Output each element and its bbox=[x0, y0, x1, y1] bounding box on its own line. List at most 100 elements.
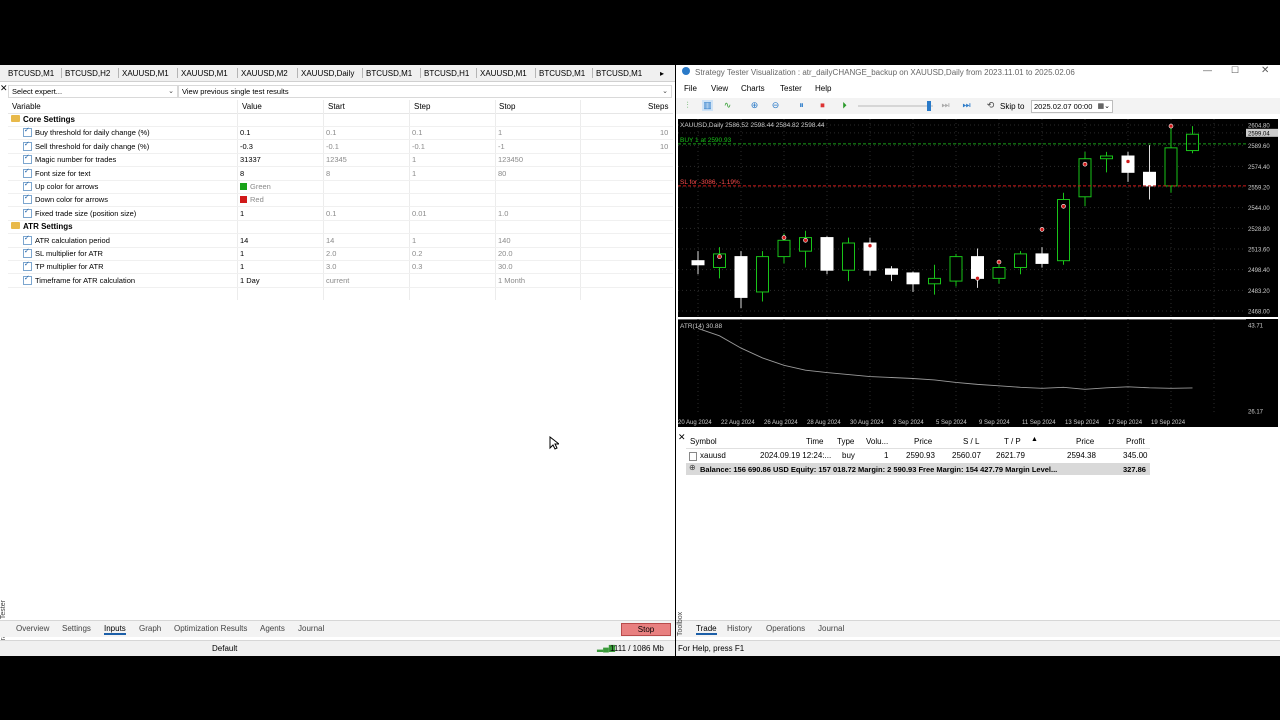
stop-cell[interactable]: 123450 bbox=[498, 155, 523, 164]
row-checkbox[interactable] bbox=[23, 207, 32, 218]
table-row[interactable]: Up color for arrows Green bbox=[8, 180, 673, 194]
tab-journal[interactable]: Journal bbox=[298, 624, 324, 633]
value-cell[interactable]: 1 bbox=[240, 262, 244, 271]
table-row[interactable]: Buy threshold for daily change (%) 0.1 0.1… bbox=[8, 126, 673, 141]
zoom-out-icon[interactable]: ⊖ bbox=[770, 100, 781, 111]
group-row[interactable]: ATR Settings bbox=[8, 220, 673, 235]
value-cell[interactable]: 14 bbox=[240, 236, 248, 245]
stop-cell[interactable]: 80 bbox=[498, 169, 506, 178]
row-checkbox[interactable] bbox=[23, 247, 32, 258]
row-checkbox[interactable] bbox=[23, 153, 32, 165]
table-row[interactable]: Down color for arrows Red bbox=[8, 193, 673, 208]
expert-select[interactable]: Select expert... ⌄ bbox=[8, 85, 178, 98]
atr-chart[interactable]: ATR(14) 30.88 bbox=[678, 319, 1246, 415]
value-cell[interactable]: 0.1 bbox=[240, 128, 250, 137]
step-cell[interactable]: 0.1 bbox=[412, 128, 422, 137]
value-cell[interactable]: -0.3 bbox=[240, 142, 253, 151]
menu-charts[interactable]: Charts bbox=[741, 84, 765, 93]
value-cell[interactable]: Red bbox=[240, 195, 264, 204]
value-cell[interactable]: Green bbox=[240, 182, 271, 191]
row-checkbox[interactable] bbox=[23, 260, 32, 272]
step-cell[interactable]: -0.1 bbox=[412, 142, 425, 151]
stop-button[interactable]: Stop bbox=[621, 623, 671, 636]
start-cell[interactable]: 0.1 bbox=[326, 209, 336, 218]
menu-file[interactable]: File bbox=[684, 84, 697, 93]
start-cell[interactable]: 0.1 bbox=[326, 128, 336, 137]
tile-icon[interactable]: ⫶ bbox=[682, 100, 693, 111]
close-icon[interactable]: ✕ bbox=[1261, 65, 1269, 76]
menu-help[interactable]: Help bbox=[815, 84, 831, 93]
chart-tab[interactable]: XAUUSD,M1 bbox=[480, 68, 527, 80]
step-cell[interactable]: 0.2 bbox=[412, 249, 422, 258]
step-cell[interactable]: 1 bbox=[412, 236, 416, 245]
row-checkbox[interactable] bbox=[23, 167, 32, 178]
close-icon[interactable]: ✕ bbox=[678, 432, 686, 443]
tab-history[interactable]: History bbox=[727, 624, 752, 633]
step-forward-icon[interactable]: ⏭ bbox=[940, 100, 951, 111]
chart-tab[interactable]: XAUUSD,M2 bbox=[241, 68, 288, 80]
maximize-icon[interactable]: ☐ bbox=[1231, 65, 1239, 76]
results-select[interactable]: View previous single test results ⌄ bbox=[178, 85, 672, 98]
start-cell[interactable]: 14 bbox=[326, 236, 334, 245]
play-icon[interactable]: ⏵ bbox=[839, 100, 850, 111]
row-checkbox[interactable] bbox=[23, 234, 32, 245]
table-row[interactable]: xauusd 2024.09.19 12:24:... buy 1 2590.9… bbox=[686, 450, 1150, 462]
start-cell[interactable]: 2.0 bbox=[326, 249, 336, 258]
menu-view[interactable]: View bbox=[711, 84, 728, 93]
chart-tab[interactable]: BTCUSD,M1 bbox=[8, 68, 54, 80]
step-cell[interactable]: 1 bbox=[412, 169, 416, 178]
tab-overview[interactable]: Overview bbox=[16, 624, 49, 633]
stop-cell[interactable]: 140 bbox=[498, 236, 511, 245]
row-checkbox[interactable] bbox=[23, 140, 32, 151]
tab-agents[interactable]: Agents bbox=[260, 624, 285, 633]
start-cell[interactable]: 8 bbox=[326, 169, 330, 178]
tab-operations[interactable]: Operations bbox=[766, 624, 805, 633]
tabs-scroll-icon[interactable]: ▸ bbox=[660, 68, 664, 80]
row-checkbox[interactable] bbox=[23, 193, 32, 205]
skip-to-date-input[interactable]: 2025.02.07 00:00 ▦⌄ bbox=[1031, 100, 1113, 113]
tab-optimization-results[interactable]: Optimization Results bbox=[174, 624, 247, 633]
stop-cell[interactable]: 1 Month bbox=[498, 276, 525, 285]
tab-trade[interactable]: Trade bbox=[696, 624, 717, 635]
pause-icon[interactable]: ⏸ bbox=[796, 100, 807, 111]
tab-inputs[interactable]: Inputs bbox=[104, 624, 126, 635]
minimize-icon[interactable]: — bbox=[1203, 65, 1212, 75]
zoom-in-icon[interactable]: ⊕ bbox=[749, 100, 760, 111]
value-cell[interactable]: 31337 bbox=[240, 155, 261, 164]
close-icon[interactable]: ✕ bbox=[0, 83, 8, 94]
table-row[interactable]: ATR calculation period 14 14 1 140 bbox=[8, 234, 673, 248]
row-checkbox[interactable] bbox=[23, 180, 32, 191]
chart-tab[interactable]: BTCUSD,M1 bbox=[596, 68, 642, 80]
price-chart[interactable]: XAUUSD,Daily 2586.52 2598.44 2584.82 259… bbox=[678, 119, 1246, 317]
stop-cell[interactable]: 30.0 bbox=[498, 262, 513, 271]
table-row[interactable]: Timeframe for ATR calculation 1 Day curren… bbox=[8, 274, 673, 288]
line-chart-icon[interactable]: ∿ bbox=[722, 100, 733, 111]
stop-icon[interactable]: ⏹ bbox=[817, 100, 828, 111]
value-cell[interactable]: 1 bbox=[240, 209, 244, 218]
skip-end-icon[interactable]: ⏭ bbox=[961, 100, 972, 111]
speed-slider-track[interactable] bbox=[858, 105, 933, 107]
table-row[interactable]: Font size for text 8 8 1 80 bbox=[8, 167, 673, 181]
table-row[interactable]: TP multiplier for ATR 1 3.0 0.3 30.0 bbox=[8, 260, 673, 275]
stop-cell[interactable]: 1 bbox=[498, 128, 502, 137]
row-checkbox[interactable] bbox=[23, 274, 32, 285]
value-cell[interactable]: 1 bbox=[240, 249, 244, 258]
candles-icon[interactable]: ▥ bbox=[702, 100, 713, 111]
stop-cell[interactable]: 20.0 bbox=[498, 249, 513, 258]
start-cell[interactable]: 3.0 bbox=[326, 262, 336, 271]
table-row[interactable]: Sell threshold for daily change (%) -0.3 -… bbox=[8, 140, 673, 154]
start-cell[interactable]: -0.1 bbox=[326, 142, 339, 151]
chart-tab[interactable]: BTCUSD,M1 bbox=[539, 68, 585, 80]
chart-tab[interactable]: XAUUSD,Daily bbox=[301, 68, 354, 80]
step-cell[interactable]: 1 bbox=[412, 155, 416, 164]
table-row[interactable]: SL multiplier for ATR 1 2.0 0.2 20.0 bbox=[8, 247, 673, 261]
table-row[interactable]: Fixed trade size (position size) 1 0.1 0.01… bbox=[8, 207, 673, 221]
tab-journal[interactable]: Journal bbox=[818, 624, 844, 633]
tab-graph[interactable]: Graph bbox=[139, 624, 161, 633]
chart-tab[interactable]: BTCUSD,M1 bbox=[366, 68, 412, 80]
chart-tab[interactable]: BTCUSD,H2 bbox=[65, 68, 110, 80]
row-checkbox[interactable] bbox=[23, 126, 32, 138]
step-cell[interactable]: 0.01 bbox=[412, 209, 427, 218]
tab-settings[interactable]: Settings bbox=[62, 624, 91, 633]
speed-slider-thumb[interactable] bbox=[927, 101, 931, 111]
